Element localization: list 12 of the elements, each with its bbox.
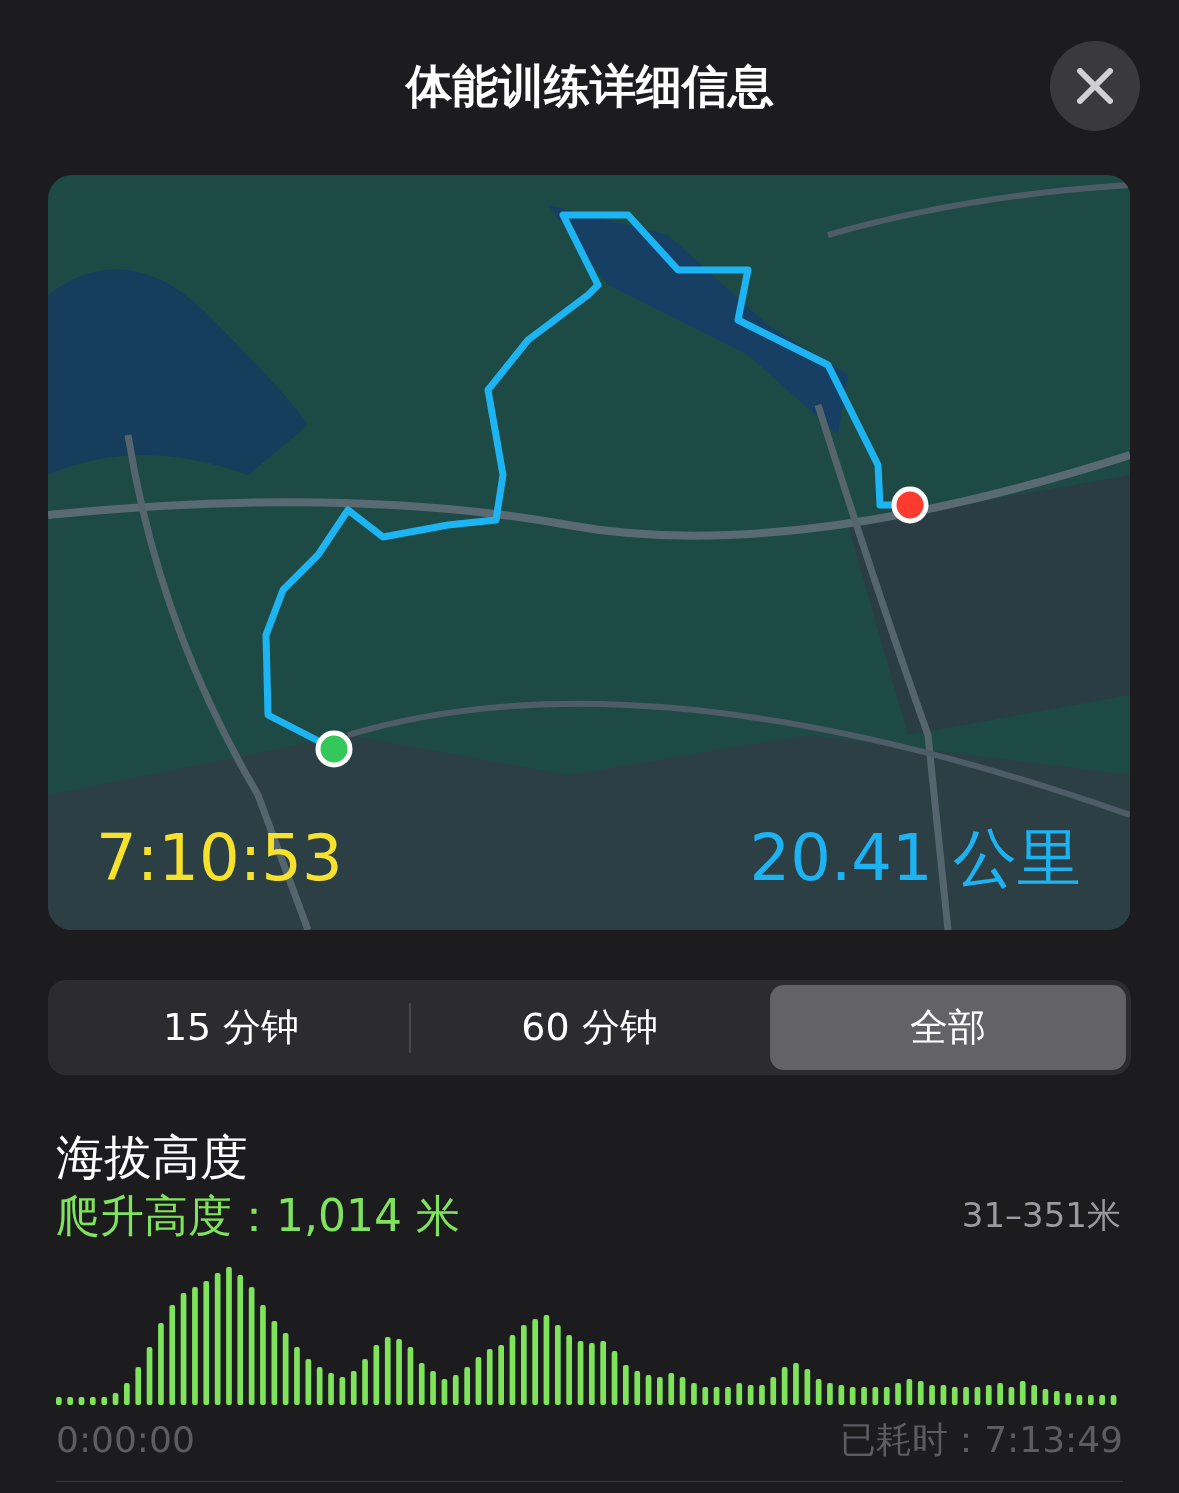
duration-text: 7:10:53 bbox=[96, 820, 343, 897]
range-tab[interactable]: 60 分钟 bbox=[411, 985, 768, 1070]
close-icon bbox=[1077, 68, 1113, 104]
range-tab[interactable]: 全部 bbox=[769, 985, 1126, 1070]
sheet-title: 体能训练详细信息 bbox=[404, 58, 775, 115]
distance-text: 20.41 公里 bbox=[749, 820, 1081, 897]
climb-text: 爬升高度：1,014 米 bbox=[56, 1189, 460, 1243]
range-tab[interactable]: 15 分钟 bbox=[53, 985, 410, 1070]
start-time: 0:00:00 bbox=[56, 1418, 195, 1462]
range-text: 31–351米 bbox=[961, 1194, 1121, 1237]
section-title: 海拔高度 bbox=[56, 1128, 249, 1187]
elapsed-time: 已耗时：7:13:49 bbox=[840, 1418, 1123, 1462]
